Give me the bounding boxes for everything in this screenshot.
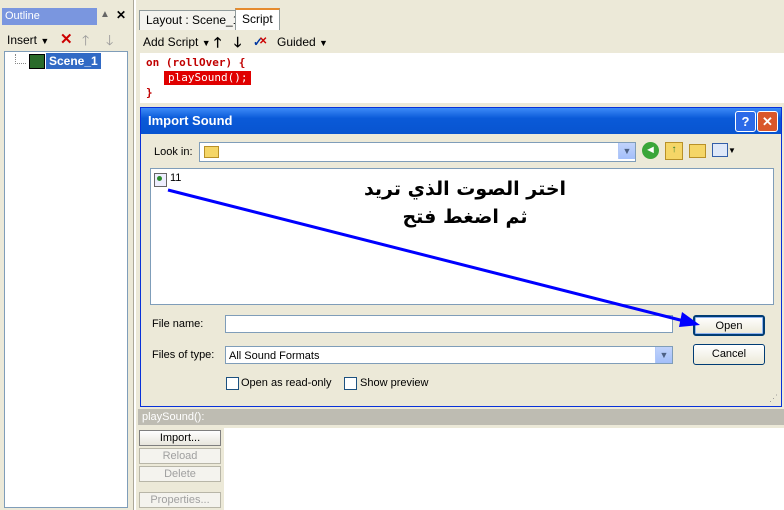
properties-button[interactable]: Properties...	[139, 492, 221, 508]
bottom-header: playSound():	[138, 409, 784, 425]
bottom-content	[224, 428, 784, 510]
arrow-head	[679, 312, 700, 327]
import-button[interactable]: Import...	[139, 430, 221, 446]
delete-button[interactable]: Delete	[139, 466, 221, 482]
reload-button[interactable]: Reload	[139, 448, 221, 464]
arrow-line	[167, 188, 689, 324]
